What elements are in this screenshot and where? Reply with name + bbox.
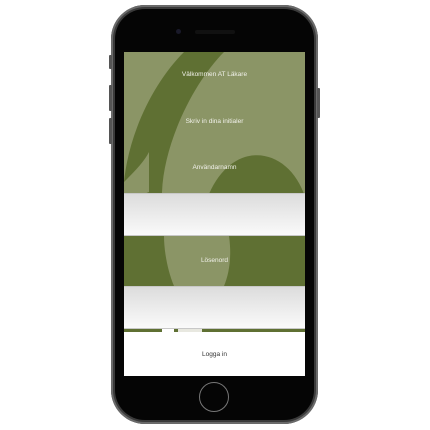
username-label: Användarnamn <box>192 164 237 171</box>
home-button[interactable] <box>199 382 229 412</box>
app-screen: Välkommen AT Läkare Skriv in dina initia… <box>124 52 305 376</box>
volume-down-button <box>109 118 112 144</box>
speaker <box>195 30 235 34</box>
volume-up-button <box>109 85 112 111</box>
login-button[interactable]: Logga in <box>124 332 305 376</box>
password-input[interactable] <box>124 286 305 329</box>
mute-switch <box>109 55 112 69</box>
username-input[interactable] <box>124 193 305 236</box>
login-button-label: Logga in <box>202 350 227 358</box>
power-button <box>317 88 320 118</box>
camera-icon <box>176 29 181 34</box>
instruction-text: Skriv in dina initialer <box>185 118 244 125</box>
welcome-title: Välkommen AT Läkare <box>181 71 248 78</box>
password-label: Lösenord <box>200 257 229 264</box>
